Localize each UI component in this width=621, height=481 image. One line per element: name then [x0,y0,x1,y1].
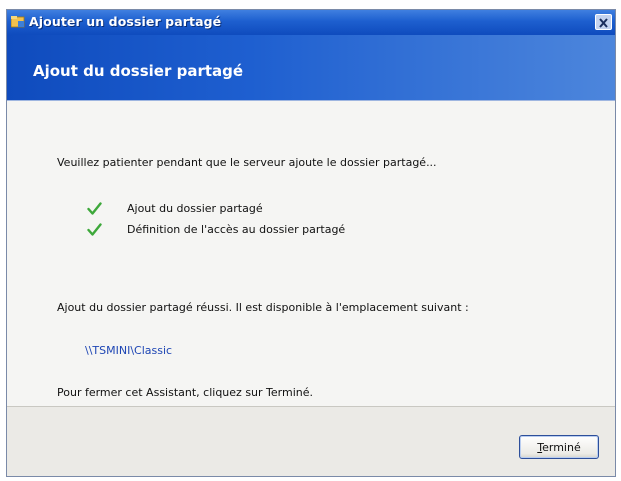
button-bar: Terminé [7,406,615,476]
step-label: Ajout du dossier partagé [127,202,263,215]
title-bar[interactable]: Ajouter un dossier partagé [7,10,615,35]
success-message: Ajout du dossier partagé réussi. Il est … [57,301,469,314]
finish-button[interactable]: Terminé [519,435,599,459]
content-area: Veuillez patienter pendant que le serveu… [7,101,615,406]
folder-icon [11,16,25,28]
checkmark-icon [87,223,102,236]
finish-button-label: erminé [542,440,581,454]
close-instruction: Pour fermer cet Assistant, cliquez sur T… [57,386,313,399]
banner-title: Ajout du dossier partagé [33,62,244,80]
checkmark-icon [87,202,102,215]
share-path: \\TSMINI\Classic [85,344,173,357]
close-button[interactable] [595,14,612,30]
window-title: Ajouter un dossier partagé [29,14,222,29]
dialog-window: Ajouter un dossier partagé Ajout du doss… [6,9,616,477]
header-banner: Ajout du dossier partagé [7,35,615,101]
close-icon [599,18,608,28]
intro-text: Veuillez patienter pendant que le serveu… [57,156,437,169]
step-label: Définition de l'accès au dossier partagé [127,223,346,236]
